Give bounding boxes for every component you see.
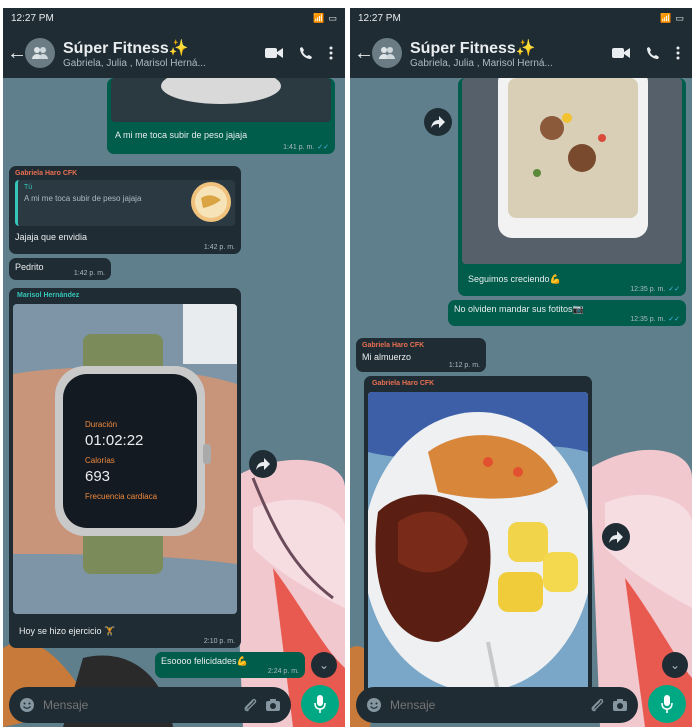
chat-title: Súper Fitness✨ (410, 39, 536, 57)
status-icons: 📶 ▭ (660, 13, 684, 24)
message-text: No olviden mandar sus fotitos📷 (454, 304, 584, 314)
read-ticks-icon: ✓✓ (668, 316, 680, 323)
emoji-icon[interactable] (19, 697, 35, 713)
status-time: 12:27 PM (358, 12, 401, 24)
attach-icon[interactable] (590, 697, 604, 713)
outgoing-photo-message[interactable]: Seguimos creciendo💪 12:35 p. m. ✓✓ (458, 78, 686, 296)
chat-header: ← Súper Fitness✨ Gabriela, Julia , Maris… (350, 28, 692, 78)
forward-icon[interactable] (424, 108, 452, 136)
chat-title: Súper Fitness✨ (63, 39, 189, 57)
chat-participants: Gabriela, Julia , Marisol Herná... (63, 57, 206, 69)
sender-name: Marisol Hernández (17, 292, 80, 299)
status-bar: 12:27 PM 📶 ▭ (3, 8, 345, 28)
incoming-message[interactable]: Pedrito 1:42 p. m. (9, 258, 111, 280)
message-text: Jajaja que envidia (15, 232, 88, 242)
chevron-down-icon[interactable]: ⌄ (662, 652, 688, 678)
message-time: 1:41 p. m. ✓✓ (283, 144, 329, 151)
forward-icon[interactable] (249, 450, 277, 478)
right-phone-screen: 12:27 PM 📶 ▭ ← Súper Fitness✨ Gabriela, … (350, 8, 692, 727)
chat-title-area[interactable]: Súper Fitness✨ Gabriela, Julia , Marisol… (63, 38, 265, 69)
chat-header: ← Súper Fitness✨ Gabriela, Julia , Maris… (3, 28, 345, 78)
watch-calories-label: Calorías (85, 456, 115, 465)
quoted-message[interactable]: Tú A mi me toca subir de peso jajaja (15, 180, 235, 226)
forward-icon[interactable] (602, 523, 630, 551)
sender-name: Gabriela Haro CFK (362, 342, 425, 349)
outgoing-message[interactable]: Esoooo felicidades💪 2:24 p. m. (155, 652, 305, 678)
camera-icon[interactable] (612, 698, 628, 712)
message-time: 1:42 p. m. (73, 270, 105, 277)
status-bar: 12:27 PM 📶 ▭ (350, 8, 692, 28)
watch-heart-rate-label: Frecuencia cardiaca (85, 492, 158, 501)
video-call-icon[interactable] (265, 47, 283, 59)
attach-icon[interactable] (243, 697, 257, 713)
message-text: Mi almuerzo (362, 352, 412, 362)
mic-icon[interactable] (648, 685, 686, 723)
message-text: Esoooo felicidades💪 (161, 656, 248, 666)
sender-name: Gabriela Haro CFK (15, 170, 78, 177)
chat-participants: Gabriela, Julia , Marisol Herná... (410, 57, 553, 69)
message-time: 12:35 p. m. ✓✓ (630, 286, 680, 293)
rice-container-photo (462, 78, 682, 264)
status-icons: 📶 ▭ (313, 13, 337, 24)
back-arrow-icon[interactable]: ← (354, 42, 374, 65)
chat-title-area[interactable]: Súper Fitness✨ Gabriela, Julia , Marisol… (410, 38, 612, 69)
group-avatar-icon[interactable] (372, 38, 402, 68)
message-composer[interactable] (9, 687, 291, 723)
watch-duration-label: Duración (85, 420, 118, 429)
phone-icon[interactable] (299, 46, 313, 60)
plate-image (161, 78, 281, 104)
watch-calories-value: 693 (85, 468, 111, 485)
photo-caption: Hoy se hizo ejercicio 🏋 (19, 626, 116, 636)
incoming-photo-message[interactable]: Marisol Hernández Duración 01:02:22 Calo… (9, 288, 241, 648)
message-time: 12:35 p. m. ✓✓ (630, 316, 680, 323)
emoji-icon[interactable] (366, 697, 382, 713)
more-vert-icon[interactable] (329, 46, 333, 60)
photo-caption: Seguimos creciendo💪 (468, 274, 561, 284)
header-actions (265, 46, 341, 60)
read-ticks-icon: ✓✓ (317, 144, 329, 151)
lunch-plate-photo (368, 392, 588, 692)
outgoing-message[interactable]: No olviden mandar sus fotitos📷 12:35 p. … (448, 300, 686, 326)
signal-icon: 📶 (660, 12, 672, 23)
message-time: 1:12 p. m. (448, 362, 480, 369)
message-photo[interactable] (368, 392, 588, 692)
back-arrow-icon[interactable]: ← (7, 42, 27, 65)
message-photo[interactable] (111, 78, 331, 122)
incoming-message[interactable]: Gabriela Haro CFK Mi almuerzo 1:12 p. m. (356, 338, 486, 372)
message-input[interactable] (43, 698, 235, 712)
message-time: 2:10 p. m. (203, 638, 235, 645)
message-input[interactable] (390, 698, 582, 712)
message-photo[interactable] (462, 78, 682, 264)
battery-icon: ▭ (675, 12, 684, 23)
message-composer[interactable] (356, 687, 638, 723)
sender-name: Gabriela Haro CFK (372, 380, 435, 387)
phone-icon[interactable] (646, 46, 660, 60)
battery-icon: ▭ (328, 12, 337, 23)
message-time: 2:24 p. m. (267, 668, 299, 675)
quoted-thumbnail (191, 182, 231, 222)
left-phone-screen: 12:27 PM 📶 ▭ ← Súper Fitness✨ Gabriela, … (3, 8, 345, 727)
incoming-reply-message[interactable]: Gabriela Haro CFK Tú A mi me toca subir … (9, 166, 241, 254)
group-avatar-icon[interactable] (25, 38, 55, 68)
message-text: Pedrito (15, 262, 44, 272)
message-time: 1:42 p. m. (203, 244, 235, 251)
camera-icon[interactable] (265, 698, 281, 712)
read-ticks-icon: ✓✓ (668, 286, 680, 293)
watch-duration-value: 01:02:22 (85, 432, 144, 449)
message-text: A mi me toca subir de peso jajaja (115, 130, 248, 140)
outgoing-message[interactable]: A mi me toca subir de peso jajaja 1:41 p… (107, 78, 335, 154)
chevron-down-icon[interactable]: ⌄ (311, 652, 337, 678)
header-actions (612, 46, 688, 60)
incoming-photo-message[interactable]: Gabriela Haro CFK (364, 376, 592, 696)
smartwatch-photo (13, 304, 237, 614)
mic-icon[interactable] (301, 685, 339, 723)
message-photo[interactable]: Duración 01:02:22 Calorías 693 Frecuenci… (13, 304, 237, 614)
more-vert-icon[interactable] (676, 46, 680, 60)
signal-icon: 📶 (313, 12, 325, 23)
status-time: 12:27 PM (11, 12, 54, 24)
video-call-icon[interactable] (612, 47, 630, 59)
